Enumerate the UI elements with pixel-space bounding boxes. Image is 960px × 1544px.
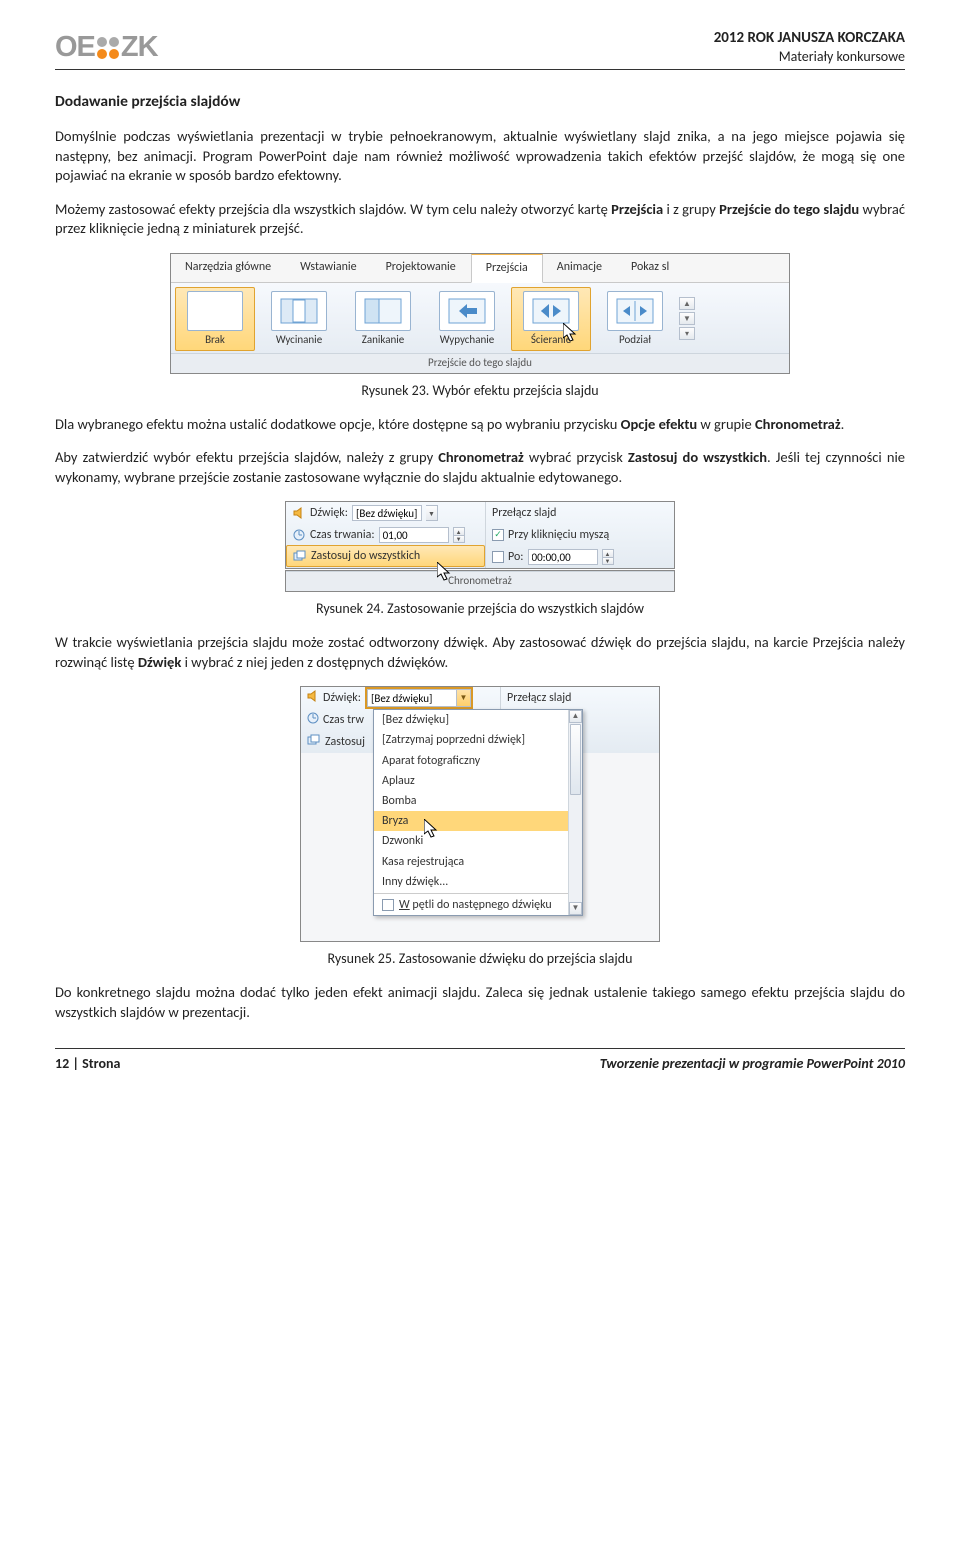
sound-option[interactable]: Inny dźwięk...	[374, 872, 582, 892]
speaker-icon	[292, 506, 306, 520]
sound-dropdown[interactable]	[367, 689, 457, 707]
sound-label: Dźwięk:	[323, 690, 361, 706]
caption-24: Rysunek 24. Zastosowanie przejścia do ws…	[55, 600, 905, 619]
ribbon-tabs: Narzędzia główne Wstawianie Projektowani…	[171, 254, 789, 283]
cursor-icon	[424, 819, 440, 839]
ribbon-group-name: Przejście do tego slajdu	[171, 353, 789, 373]
sound-dropdown-btn[interactable]: ▼	[426, 505, 438, 521]
tab-design[interactable]: Projektowanie	[372, 254, 471, 282]
paragraph-3: Dla wybranego efektu można ustalić dodat…	[55, 415, 905, 435]
apply-all-icon	[307, 734, 321, 751]
sound-option[interactable]: Dzwonki	[374, 831, 582, 851]
after-input[interactable]	[528, 549, 598, 565]
page-number: 12 | Strona	[55, 1055, 120, 1072]
sound-option[interactable]: [Zatrzymaj poprzedni dźwięk]	[374, 730, 582, 750]
onclick-label: Przy kliknięciu myszą	[508, 527, 609, 543]
header-right: 2012 ROK JANUSZA KORCZAKA Materiały konk…	[714, 28, 905, 67]
sound-option[interactable]: Aparat fotograficzny	[374, 751, 582, 771]
caption-25: Rysunek 25. Zastosowanie dźwięku do prze…	[55, 950, 905, 969]
section-heading: Dodawanie przejścia slajdów	[55, 92, 905, 113]
after-spinner[interactable]: ▲▼	[602, 549, 614, 565]
sound-option[interactable]: Bomba	[374, 791, 582, 811]
figure-24: Dźwięk: ▼ Czas trwania: ▲▼ Zastosuj do w…	[55, 501, 905, 569]
clock-icon	[292, 528, 306, 542]
transition-cut[interactable]: Wycinanie	[259, 287, 339, 351]
sound-dropdown-btn[interactable]: ▼	[457, 689, 471, 707]
paragraph-2: Możemy zastosować efekty przejścia dla w…	[55, 200, 905, 239]
sound-option-selected[interactable]: Bryza	[374, 811, 582, 831]
header-subtitle: Materiały konkursowe	[714, 48, 905, 67]
clock-icon	[307, 712, 319, 729]
apply-all-button[interactable]: Zastosuj do wszystkich	[286, 545, 485, 567]
apply-label: Zastosuj	[325, 734, 365, 750]
cursor-icon	[563, 323, 579, 343]
transition-split[interactable]: Podział	[595, 287, 675, 351]
duration-input[interactable]	[379, 527, 449, 543]
sound-label: Dźwięk:	[310, 505, 348, 521]
group-chronometraz: Chronometraż	[286, 571, 674, 591]
sound-dropdown[interactable]	[352, 505, 422, 521]
duration-label: Czas trw	[323, 712, 364, 728]
logo: OE ZK	[55, 28, 158, 67]
sound-option[interactable]: Aplauz	[374, 771, 582, 791]
gallery-scroll[interactable]: ▲▼▾	[679, 287, 695, 351]
apply-all-icon	[293, 549, 307, 563]
caption-23: Rysunek 23. Wybór efektu przejścia slajd…	[55, 382, 905, 401]
paragraph-1: Domyślnie podczas wyświetlania prezentac…	[55, 127, 905, 186]
transition-none[interactable]: Brak	[175, 287, 255, 351]
after-checkbox[interactable]	[492, 551, 504, 563]
cursor-icon	[437, 562, 453, 582]
paragraph-4: Aby zatwierdzić wybór efektu przejścia s…	[55, 448, 905, 487]
advance-slide-label: Przełącz slajd	[501, 687, 659, 709]
figure-25: Dźwięk: ▼ Czas trw Zastosuj	[55, 686, 905, 942]
speaker-icon	[307, 690, 319, 707]
onclick-checkbox[interactable]: ✓	[492, 529, 504, 541]
paragraph-6: Do konkretnego slajdu można dodać tylko …	[55, 983, 905, 1022]
transition-wipe[interactable]: Ścieranie	[511, 287, 591, 351]
sound-dropdown-list: [Bez dźwięku] [Zatrzymaj poprzedni dźwię…	[373, 709, 583, 916]
tab-transitions[interactable]: Przejścia	[471, 254, 543, 283]
after-label: Po:	[508, 549, 524, 565]
header-title: 2012 ROK JANUSZA KORCZAKA	[714, 28, 905, 48]
page-header: OE ZK 2012 ROK JANUSZA KORCZAKA Materiał…	[55, 28, 905, 70]
logo-text-left: OE	[55, 28, 95, 67]
tab-home[interactable]: Narzędzia główne	[171, 254, 286, 282]
sound-option[interactable]: Kasa rejestrująca	[374, 852, 582, 872]
scrollbar[interactable]: ▲ ▼	[568, 710, 582, 915]
logo-text-right: ZK	[121, 28, 158, 67]
tab-animations[interactable]: Animacje	[543, 254, 617, 282]
tab-slideshow[interactable]: Pokaz sl	[617, 254, 684, 282]
transition-push[interactable]: Wypychanie	[427, 287, 507, 351]
tab-insert[interactable]: Wstawianie	[286, 254, 371, 282]
advance-slide-label: Przełącz slajd	[486, 502, 674, 524]
duration-spinner[interactable]: ▲▼	[453, 527, 465, 543]
loop-option[interactable]: W W pętli do następnego dźwiękupętli do …	[374, 895, 582, 915]
sound-option[interactable]: [Bez dźwięku]	[374, 710, 582, 730]
paragraph-5: W trakcie wyświetlania przejścia slajdu …	[55, 633, 905, 672]
page-footer: 12 | Strona Tworzenie prezentacji w prog…	[55, 1048, 905, 1074]
duration-label: Czas trwania:	[310, 527, 375, 543]
footer-doc-title: Tworzenie prezentacji w programie PowerP…	[600, 1055, 905, 1074]
figure-23: Narzędzia główne Wstawianie Projektowani…	[55, 253, 905, 374]
transition-fade[interactable]: Zanikanie	[343, 287, 423, 351]
